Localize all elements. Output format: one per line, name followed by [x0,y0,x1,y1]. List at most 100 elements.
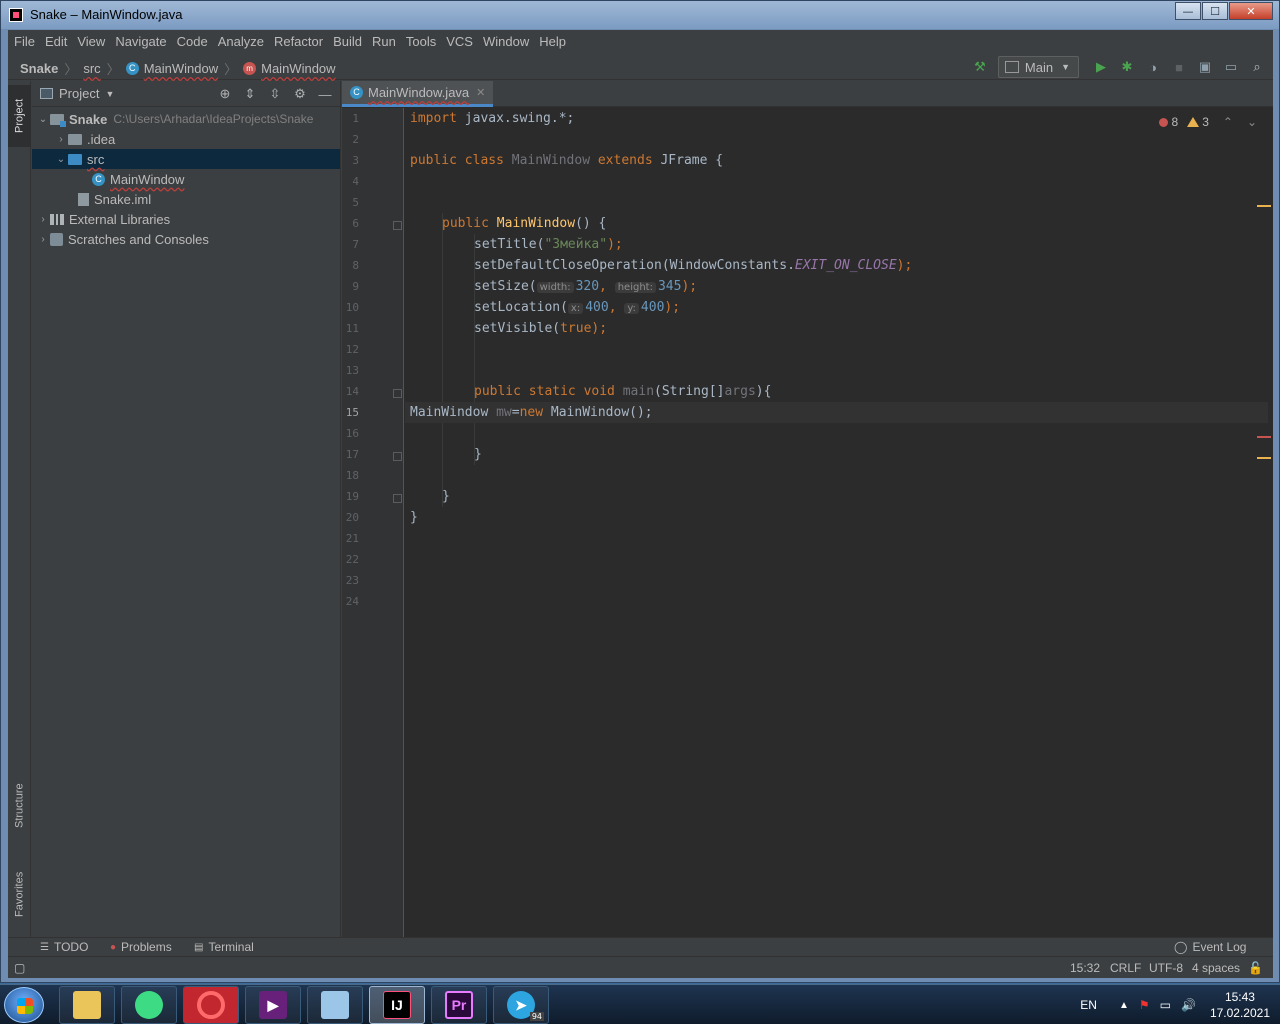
line-number: 22 [345,553,359,566]
tree-item-idea[interactable]: › .idea [32,129,340,149]
run-icon[interactable]: ▶ [1091,57,1111,77]
menu-window[interactable]: Window [483,34,529,49]
volume-icon[interactable]: 🔊 [1181,998,1196,1012]
fold-marker-icon[interactable] [393,389,402,398]
caret-position[interactable]: 15:32 [1070,961,1100,975]
taskbar-explorer[interactable] [59,986,115,1024]
problems-tool-button[interactable]: ● Problems [110,940,172,954]
gear-icon[interactable]: ⚙ [291,85,309,103]
fold-marker-icon[interactable] [393,452,402,461]
code-token: ); [664,300,681,315]
tree-item-mainwindow[interactable]: C MainWindow [32,169,340,189]
chevron-down-icon[interactable]: ▼ [105,89,114,99]
tree-item-snake[interactable]: ⌄ Snake C:\Users\Arhadar\IdeaProjects\Sn… [32,109,340,129]
taskbar-visual-studio[interactable]: ▶ [245,986,301,1024]
collapse-all-icon[interactable]: ⇳ [266,85,284,103]
stop-icon[interactable]: ■ [1169,57,1189,77]
tool-tab-structure[interactable]: Structure [8,771,31,841]
warning-stripe-mark[interactable] [1257,205,1271,207]
tree-item-external-libraries[interactable]: › External Libraries [32,209,340,229]
tool-tab-project[interactable]: Project [8,85,31,147]
breadcrumb-src[interactable]: src [83,61,100,76]
show-hidden-icons-icon[interactable]: ▲ [1119,1000,1129,1011]
taskbar-opera[interactable] [183,986,239,1024]
menu-vcs[interactable]: VCS [446,34,473,49]
taskbar-android-studio[interactable] [121,986,177,1024]
source-folder-icon [68,153,82,165]
menu-help[interactable]: Help [539,34,566,49]
line-separator[interactable]: CRLF [1110,961,1141,975]
unlock-icon[interactable]: 🔓 [1248,961,1263,975]
locate-icon[interactable]: ⊕ [216,85,234,103]
code-token: extends [590,153,661,168]
minimize-button[interactable]: — [1175,2,1201,20]
window-titlebar[interactable]: Snake – MainWindow.java — ☐ ✕ [1,1,1279,29]
close-button[interactable]: ✕ [1229,2,1273,20]
navigation-bar: Snake 〉 src 〉 C MainWindow 〉 m MainWindow … [8,54,1273,80]
code-line-19: } [442,486,450,507]
expand-all-icon[interactable]: ⇕ [241,85,259,103]
window-title: Snake – MainWindow.java [30,7,183,22]
search-icon[interactable]: ⌕ [1247,57,1267,77]
fold-marker-icon[interactable] [393,494,402,503]
terminal-tool-button[interactable]: ▤ Terminal [194,940,254,954]
action-center-icon[interactable]: ▭ [1160,998,1171,1012]
project-structure-icon[interactable]: ▣ [1195,57,1215,77]
coverage-icon[interactable]: ◑ [1143,57,1163,77]
project-view-select[interactable]: Project [59,86,99,101]
build-hammer-icon[interactable]: ⚒ [970,57,990,77]
tree-item-iml[interactable]: Snake.iml [32,189,340,209]
indent-setting[interactable]: 4 spaces [1192,961,1240,975]
taskbar-premiere[interactable]: Pr [431,986,487,1024]
error-stripe-mark[interactable] [1257,436,1271,438]
network-error-icon[interactable]: ⚑ [1139,998,1150,1012]
chevron-right-icon[interactable]: › [36,214,50,225]
menu-analyze[interactable]: Analyze [218,34,264,49]
close-tab-icon[interactable]: ✕ [476,86,485,99]
menu-refactor[interactable]: Refactor [274,34,323,49]
tab-mainwindow-java[interactable]: C MainWindow.java ✕ [342,81,494,107]
warning-stripe-mark[interactable] [1257,457,1271,459]
toggle-tool-windows-icon[interactable]: ▢ [14,961,25,975]
breadcrumb-method[interactable]: m MainWindow [243,61,336,76]
taskbar-notepad[interactable] [307,986,363,1024]
taskbar-intellij[interactable]: IJ [369,986,425,1024]
maximize-button[interactable]: ☐ [1202,2,1228,20]
chevron-down-icon[interactable]: ⌄ [36,114,50,125]
menu-build[interactable]: Build [333,34,362,49]
hide-panel-icon[interactable]: — [316,85,334,103]
language-indicator[interactable]: EN [1080,998,1097,1012]
terminal-window-icon[interactable]: ▭ [1221,57,1241,77]
event-log-button[interactable]: ◯ Event Log [1174,940,1246,954]
menu-file[interactable]: File [14,34,35,49]
start-button[interactable] [4,987,44,1023]
chevron-down-icon[interactable]: ⌄ [54,154,68,165]
tool-tab-favorites[interactable]: Favorites [8,859,31,929]
menu-edit[interactable]: Edit [45,34,67,49]
line-number: 6 [352,217,359,230]
menu-run[interactable]: Run [372,34,396,49]
code-area[interactable]: import javax.swing.*; public class MainW… [405,108,1268,937]
file-encoding[interactable]: UTF-8 [1149,961,1183,975]
code-token: 400 [585,300,609,315]
code-token: 320 [575,279,600,294]
line-number: 14 [345,385,359,398]
tree-item-src[interactable]: ⌄ src [32,149,340,169]
chevron-right-icon[interactable]: › [54,134,68,145]
menu-tools[interactable]: Tools [406,34,436,49]
fold-marker-icon[interactable] [393,221,402,230]
taskbar-telegram[interactable]: ➤ 94 [493,986,549,1024]
menu-code[interactable]: Code [177,34,208,49]
tree-item-label: Snake.iml [94,191,152,207]
menu-navigate[interactable]: Navigate [115,34,166,49]
menu-view[interactable]: View [77,34,105,49]
run-config-select[interactable]: Main ▼ [997,56,1079,78]
code-token: "Змейка" [544,237,608,252]
clock[interactable]: 15:43 17.02.2021 [1210,989,1270,1021]
chevron-right-icon[interactable]: › [36,234,50,245]
debug-icon[interactable]: ✱ [1117,57,1137,77]
breadcrumb-class[interactable]: C MainWindow [125,61,218,76]
todo-tool-button[interactable]: ☰ TODO [40,940,88,954]
breadcrumb-project[interactable]: Snake [20,61,58,76]
tree-item-scratches[interactable]: › Scratches and Consoles [32,229,340,249]
